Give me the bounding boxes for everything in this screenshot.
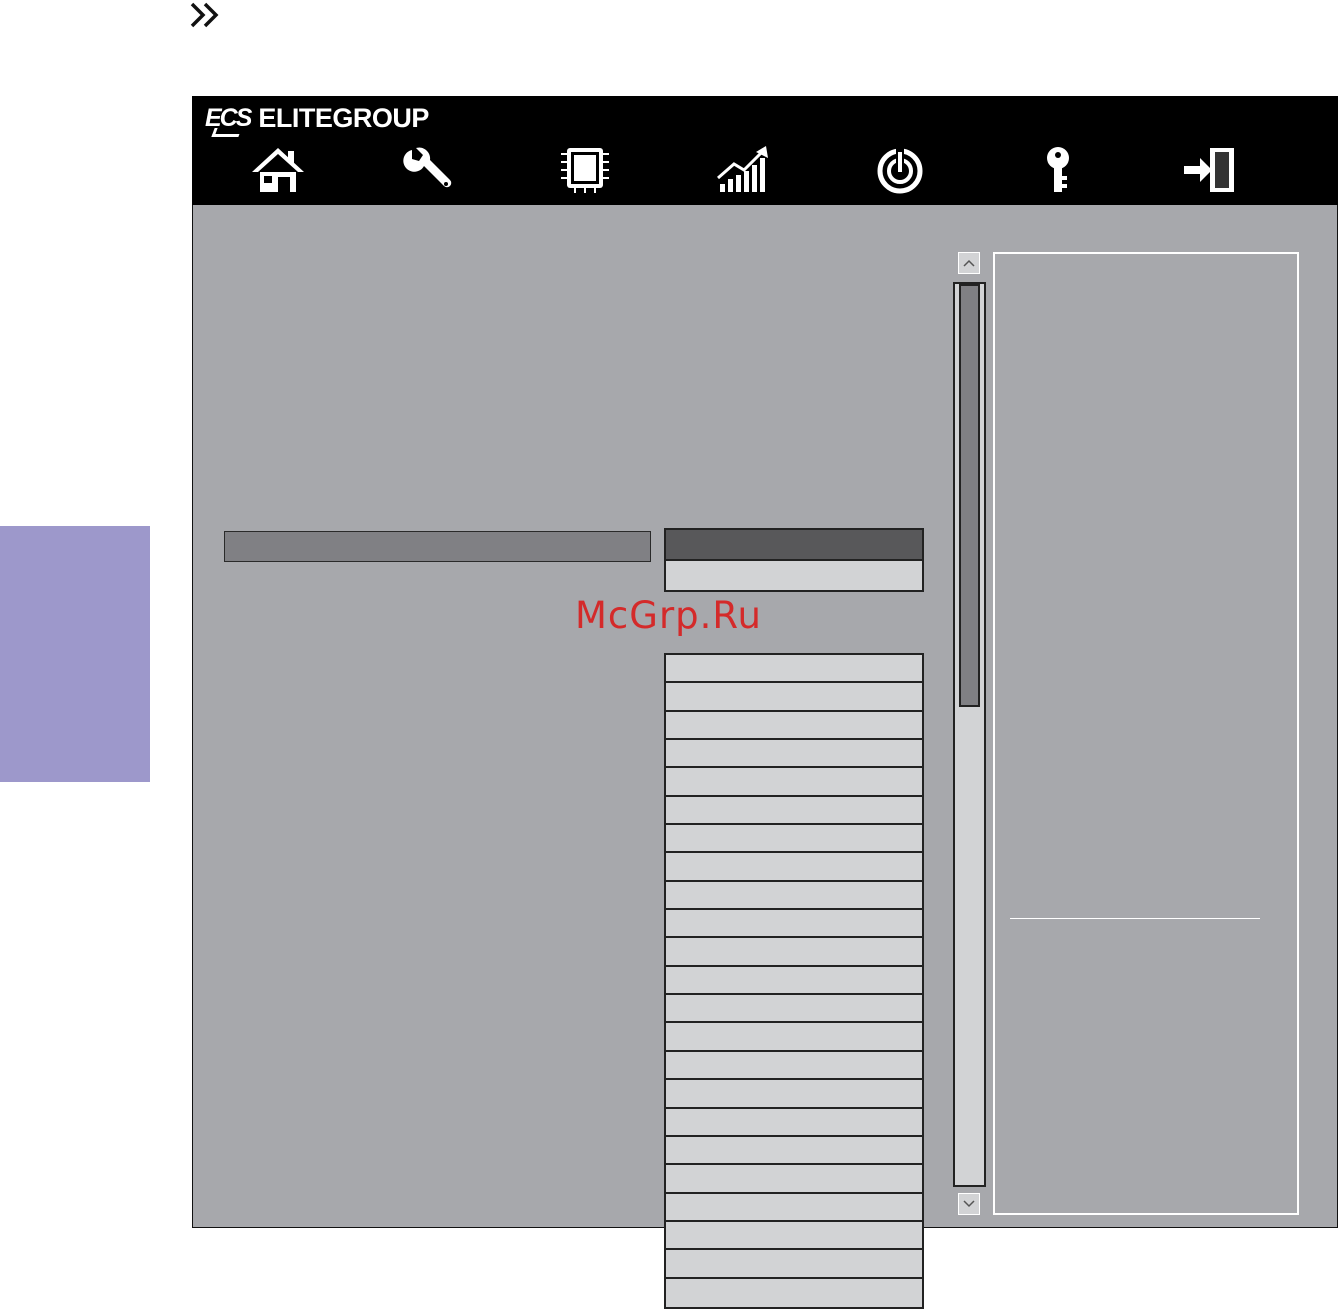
list-item[interactable] [664, 879, 924, 909]
nav-advanced[interactable] [400, 144, 460, 196]
list-item[interactable] [664, 964, 924, 994]
list-item[interactable] [664, 823, 924, 852]
double-chevron-icon [190, 2, 219, 28]
nav-main[interactable] [248, 144, 308, 196]
scroll-down-button[interactable] [958, 1193, 980, 1215]
list-item[interactable] [664, 1191, 924, 1220]
highlighted-option-bar[interactable] [224, 531, 651, 562]
chevron-up-icon [963, 259, 975, 267]
nav-chipset[interactable] [555, 144, 615, 196]
list-item[interactable] [664, 993, 924, 1022]
value-options-list [664, 653, 924, 1309]
scrollbar-thumb[interactable] [959, 284, 980, 707]
chip-icon [561, 148, 609, 193]
list-item[interactable] [664, 1021, 924, 1050]
list-item[interactable] [664, 851, 924, 880]
list-item[interactable] [664, 1219, 924, 1249]
watermark: McGrp.Ru [575, 594, 762, 637]
list-item[interactable] [664, 766, 924, 795]
list-item[interactable] [664, 908, 924, 937]
side-chapter-tab [0, 526, 150, 782]
help-divider [1010, 918, 1260, 919]
list-item[interactable] [664, 738, 924, 767]
list-item[interactable] [664, 794, 924, 824]
brand-name: ELITEGROUP [258, 102, 429, 133]
home-icon [252, 148, 304, 192]
list-item[interactable] [664, 1106, 924, 1135]
value-box[interactable] [664, 561, 924, 592]
list-item[interactable] [664, 1248, 924, 1277]
list-item[interactable] [664, 1078, 924, 1107]
brand-mark: ECS [205, 103, 252, 132]
help-panel [993, 252, 1299, 1215]
scrollbar-track[interactable] [953, 282, 986, 1187]
main-nav [192, 138, 1338, 202]
list-item[interactable] [664, 936, 924, 965]
exit-icon [1184, 148, 1234, 192]
wrench-icon [403, 147, 452, 188]
list-item[interactable] [664, 1049, 924, 1079]
key-icon [1047, 147, 1069, 192]
bios-window: ECS ELITEGROUP [192, 96, 1338, 1309]
chart-icon [717, 146, 768, 192]
content-area [192, 205, 1338, 1309]
brand-logo: ECS ELITEGROUP [205, 100, 429, 136]
list-item[interactable] [664, 1134, 924, 1164]
chevron-down-icon [963, 1200, 975, 1208]
power-icon [877, 148, 923, 194]
list-item[interactable] [664, 653, 924, 682]
header-bar: ECS ELITEGROUP [192, 96, 1338, 205]
list-item[interactable] [664, 1163, 924, 1192]
selected-value-box[interactable] [664, 528, 924, 561]
list-item[interactable] [664, 681, 924, 710]
list-item[interactable] [664, 709, 924, 739]
nav-boot[interactable] [870, 144, 930, 196]
scroll-up-button[interactable] [958, 252, 980, 274]
list-item[interactable] [664, 1276, 924, 1309]
nav-exit[interactable] [1180, 144, 1240, 196]
nav-security[interactable] [1028, 144, 1088, 196]
nav-performance[interactable] [712, 144, 772, 196]
